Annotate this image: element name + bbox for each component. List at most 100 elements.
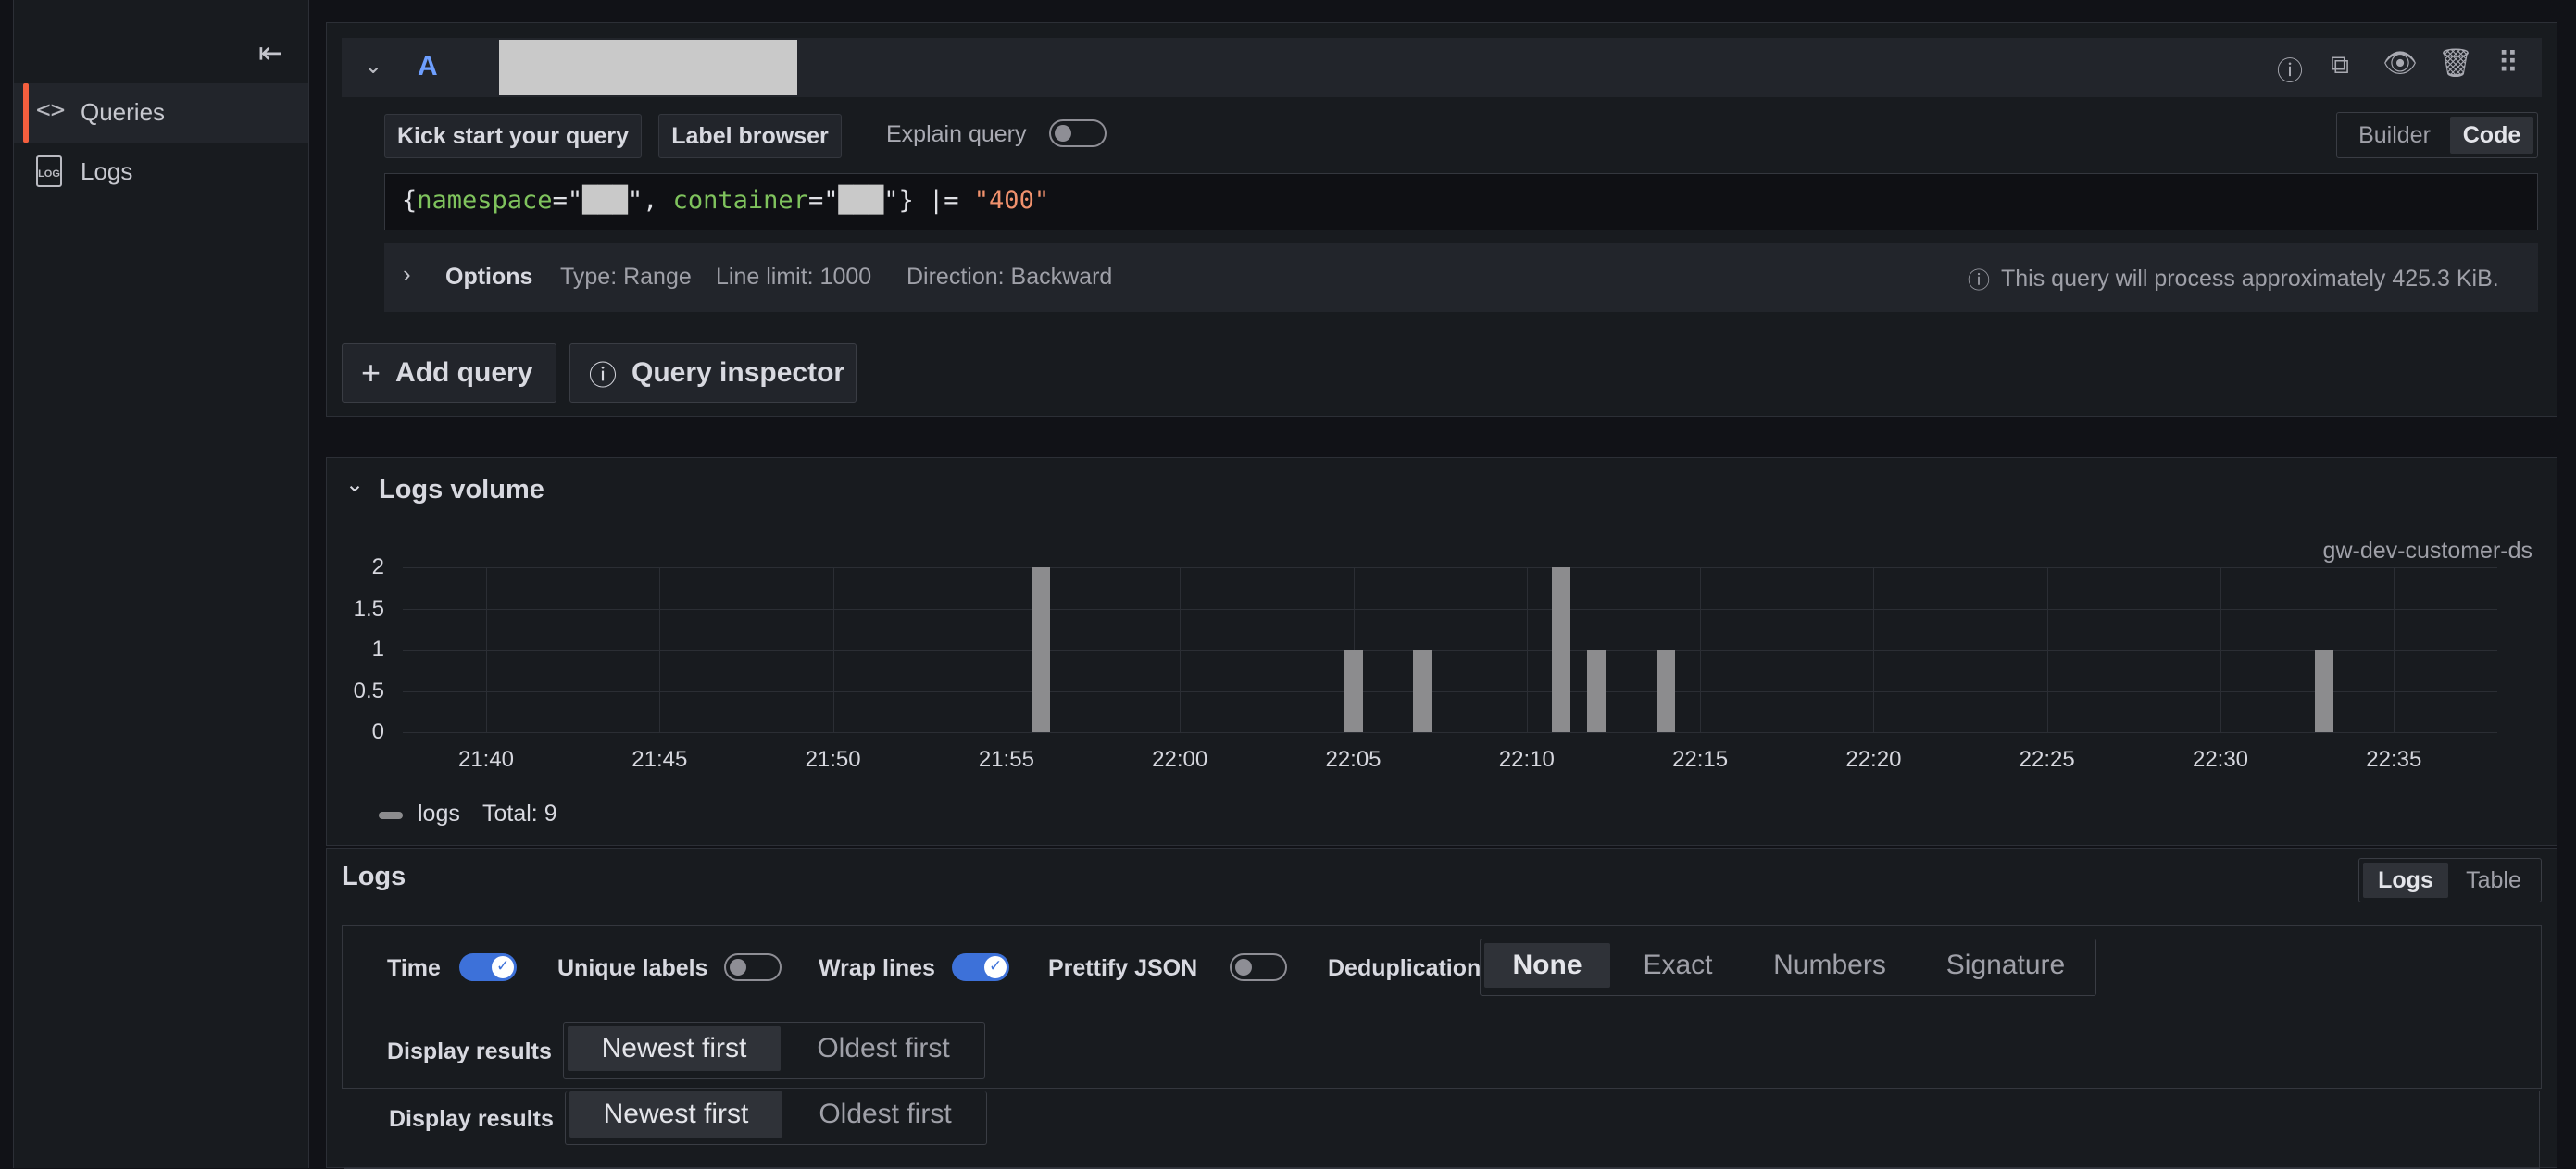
x-tick-label: 22:15 bbox=[1672, 747, 1729, 772]
grid-line-vertical bbox=[2046, 567, 2048, 732]
help-icon[interactable]: ⓘ bbox=[2277, 51, 2303, 88]
trash-icon[interactable]: 🗑 bbox=[2438, 47, 2473, 80]
display-results-label: Display results bbox=[389, 1106, 554, 1132]
dedup-numbers-button[interactable]: Numbers bbox=[1745, 943, 1914, 988]
info-icon: ⓘ bbox=[1968, 268, 1990, 293]
code-brace: { bbox=[402, 186, 418, 215]
logs-panel: Logs Logs Table Time Unique labels Wrap … bbox=[326, 848, 2557, 1169]
grid-line-vertical bbox=[486, 567, 487, 732]
code-eq: =" bbox=[552, 186, 583, 215]
query-ref-id[interactable]: A bbox=[418, 51, 438, 82]
log-file-icon: LOG bbox=[36, 155, 62, 187]
grid-line-vertical bbox=[2220, 567, 2221, 732]
grid-line-vertical bbox=[832, 567, 834, 732]
redacted-value: ███ bbox=[838, 186, 884, 215]
x-tick-label: 22:25 bbox=[2019, 747, 2075, 772]
add-query-button[interactable]: + Add query bbox=[342, 343, 556, 403]
chart-bar[interactable] bbox=[2315, 650, 2334, 732]
display-order-switch: Newest first Oldest first bbox=[565, 1091, 987, 1145]
kick-start-button[interactable]: Kick start your query bbox=[384, 114, 642, 158]
newest-first-button[interactable]: Newest first bbox=[569, 1091, 782, 1138]
info-circle-icon: ⓘ bbox=[589, 361, 617, 392]
x-tick-label: 22:35 bbox=[2366, 747, 2422, 772]
display-order-switch: Newest first Oldest first bbox=[563, 1022, 985, 1079]
wrap-lines-toggle[interactable] bbox=[952, 953, 1009, 981]
dedup-signature-button[interactable]: Signature bbox=[1919, 943, 2092, 988]
chart-bar[interactable] bbox=[1413, 650, 1432, 732]
chevron-down-icon[interactable]: ⌄ bbox=[364, 53, 382, 80]
editor-mode-switch: Builder Code bbox=[2336, 112, 2538, 158]
toggle-knob bbox=[984, 956, 1007, 978]
query-inspector-label: Query inspector bbox=[631, 357, 845, 388]
logs-volume-chart: 0 0.5 1 1.5 2 21:40 21:45 21:50 21:55 22:00 22:05 2… bbox=[327, 458, 2558, 847]
code-label-key: namespace bbox=[417, 186, 553, 215]
oldest-first-button[interactable]: Oldest first bbox=[786, 1026, 981, 1071]
time-toggle[interactable] bbox=[459, 953, 517, 981]
label-browser-button[interactable]: Label browser bbox=[658, 114, 842, 158]
log-options-box-sticky: Display results Newest first Oldest firs… bbox=[344, 1091, 2540, 1169]
display-results-label: Display results bbox=[387, 1038, 552, 1064]
options-type: Type: Range bbox=[560, 264, 692, 290]
y-tick-label: 1.5 bbox=[353, 595, 384, 621]
sidebar-item-label: Logs bbox=[81, 157, 133, 185]
legend-swatch bbox=[379, 812, 403, 819]
code-brace: "} bbox=[883, 186, 914, 215]
logs-view-switch: Logs Table bbox=[2358, 858, 2542, 902]
unique-labels-toggle[interactable] bbox=[724, 953, 782, 981]
query-row-header: ⌄ A ⓘ ⧉ 👁 🗑 ⠿ bbox=[342, 38, 2542, 97]
code-string: "400" bbox=[973, 186, 1050, 215]
chart-bar[interactable] bbox=[1344, 650, 1363, 732]
eye-icon[interactable]: 👁 bbox=[2382, 47, 2418, 80]
grid-line-horizontal bbox=[403, 690, 2497, 692]
logs-title: Logs bbox=[342, 862, 406, 891]
sidebar: ⇤ <> Queries LOG Logs bbox=[13, 0, 309, 1168]
dedup-none-button[interactable]: None bbox=[1484, 943, 1610, 988]
y-tick-label: 0 bbox=[371, 719, 384, 744]
grid-line-vertical bbox=[1526, 567, 1528, 732]
grid-line-vertical bbox=[2394, 567, 2395, 732]
logs-volume-panel: ⌄ Logs volume gw-dev-customer-ds 0 0.5 1 1.… bbox=[326, 457, 2557, 846]
grid-line-vertical bbox=[659, 567, 661, 732]
oldest-first-button[interactable]: Oldest first bbox=[788, 1091, 982, 1138]
newest-first-button[interactable]: Newest first bbox=[568, 1026, 781, 1071]
sidebar-item-logs[interactable]: LOG Logs bbox=[14, 143, 308, 202]
prettify-json-toggle[interactable] bbox=[1230, 953, 1287, 981]
chart-bar[interactable] bbox=[1656, 650, 1675, 732]
deduplication-label: Deduplication bbox=[1328, 955, 1482, 981]
x-tick-label: 22:20 bbox=[1845, 747, 1902, 772]
options-row[interactable]: › Options Type: Range Line limit: 1000 D… bbox=[384, 243, 2538, 312]
toggle-knob bbox=[492, 956, 514, 978]
duplicate-icon[interactable]: ⧉ bbox=[2331, 49, 2349, 81]
chart-bar[interactable] bbox=[1552, 567, 1571, 732]
drag-handle-icon[interactable]: ⠿ bbox=[2497, 45, 2520, 81]
dedup-exact-button[interactable]: Exact bbox=[1616, 943, 1740, 988]
code-editor[interactable]: {namespace="███", container="███"} |= "4… bbox=[384, 173, 2538, 230]
legend-total: Total: 9 bbox=[482, 801, 557, 827]
chart-bar[interactable] bbox=[1586, 650, 1606, 732]
y-tick-label: 2 bbox=[371, 554, 384, 579]
plus-icon: + bbox=[361, 354, 381, 392]
mode-code-button[interactable]: Code bbox=[2450, 117, 2533, 154]
view-logs-button[interactable]: Logs bbox=[2363, 863, 2448, 898]
sidebar-item-queries[interactable]: <> Queries bbox=[14, 83, 308, 143]
query-inspector-button[interactable]: ⓘ Query inspector bbox=[569, 343, 857, 403]
x-tick-label: 21:45 bbox=[631, 747, 688, 772]
view-table-button[interactable]: Table bbox=[2450, 863, 2537, 898]
explain-query-toggle[interactable] bbox=[1049, 119, 1107, 147]
collapse-sidebar-icon[interactable]: ⇤ bbox=[258, 35, 283, 70]
deduplication-switch: None Exact Numbers Signature bbox=[1480, 939, 2096, 996]
code-label-key: container bbox=[657, 186, 808, 215]
mode-builder-button[interactable]: Builder bbox=[2341, 117, 2448, 154]
code-sep: ", bbox=[627, 186, 658, 215]
grid-line-vertical bbox=[1873, 567, 1875, 732]
chart-bar[interactable] bbox=[1032, 567, 1051, 732]
code-icon: <> bbox=[36, 96, 66, 124]
redacted-value: ███ bbox=[582, 186, 628, 215]
x-tick-label: 21:50 bbox=[805, 747, 861, 772]
code-eq: =" bbox=[807, 186, 839, 215]
code-operator: |= bbox=[913, 186, 974, 215]
x-tick-label: 22:30 bbox=[2192, 747, 2249, 772]
x-tick-label: 22:05 bbox=[1325, 747, 1382, 772]
unique-labels-label: Unique labels bbox=[557, 955, 708, 981]
toggle-knob bbox=[730, 959, 746, 976]
